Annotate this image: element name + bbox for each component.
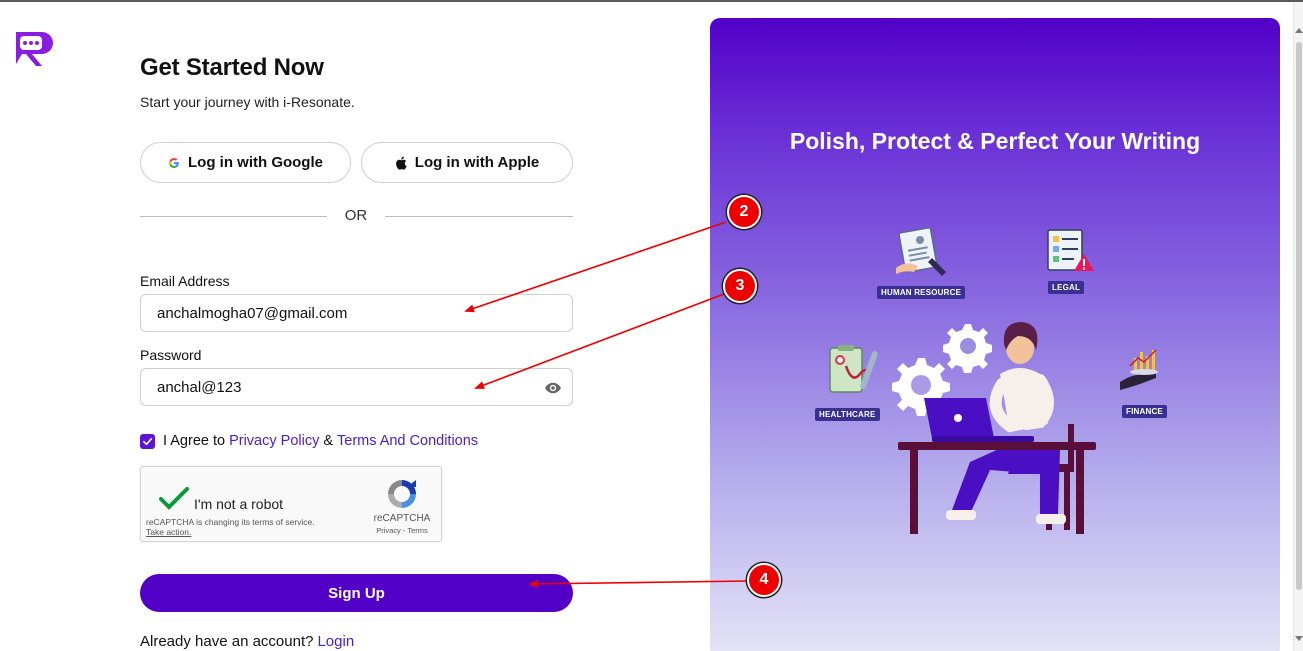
divider-line-left [140, 216, 327, 217]
apple-login-button[interactable]: Log in with Apple [361, 142, 573, 183]
recaptcha-brand: reCAPTCHA [373, 513, 431, 524]
email-label: Email Address [140, 273, 230, 289]
page-scrollbar[interactable] [1293, 2, 1303, 651]
already-text: Already have an account? [140, 633, 314, 650]
agree-text: I Agree to [163, 433, 226, 449]
or-divider: OR [140, 206, 573, 226]
scroll-up-icon[interactable] [1295, 28, 1303, 33]
legal-document-icon [1047, 229, 1094, 271]
promo-title: Polish, Protect & Perfect Your Writing [789, 128, 1201, 154]
password-field[interactable]: anchal@123 [140, 368, 573, 406]
terms-agreement: I Agree to Privacy Policy & Terms And Co… [140, 432, 478, 450]
already-have-account: Already have an account? Login [140, 633, 354, 650]
person-at-laptop-illustration [892, 322, 1096, 534]
annotation-marker-3: 3 [723, 269, 757, 303]
password-label: Password [140, 347, 202, 363]
apple-login-label: Log in with Apple [414, 154, 540, 171]
annotation-marker-4: 4 [747, 563, 781, 597]
captcha-check-icon[interactable] [158, 486, 190, 512]
human-resource-badge: HUMAN RESOURCE [877, 286, 966, 299]
page-title: Get Started Now [140, 54, 324, 81]
scroll-down-icon[interactable] [1295, 636, 1303, 641]
password-value: anchal@123 [157, 378, 242, 396]
google-login-button[interactable]: Log in with Google [140, 142, 351, 183]
window-top-border [0, 0, 1303, 2]
google-icon [169, 157, 179, 168]
email-value: anchalmogha07@gmail.com [157, 304, 348, 322]
resume-document-icon [896, 228, 946, 276]
healthcare-badge: HEALTHCARE [815, 408, 880, 421]
recaptcha-widget[interactable]: I'm not a robot reCAPTCHA is changing it… [140, 466, 442, 542]
privacy-policy-link[interactable]: Privacy Policy [229, 433, 319, 449]
or-label: OR [344, 207, 368, 224]
sign-up-button[interactable]: Sign Up [140, 574, 573, 612]
scrollbar-thumb[interactable] [1296, 42, 1302, 590]
captcha-take-action-link[interactable]: Take action. [146, 527, 315, 537]
captcha-notice-text: reCAPTCHA is changing its terms of servi… [146, 517, 315, 527]
agree-checkbox[interactable] [140, 433, 155, 449]
agree-ampersand: & [323, 433, 333, 449]
captcha-label: I'm not a robot [194, 496, 284, 512]
promo-panel: Polish, Protect & Perfect Your Writing H… [710, 18, 1280, 651]
annotation-marker-2: 2 [727, 195, 761, 229]
checkmark-icon [143, 437, 153, 445]
eye-icon[interactable] [544, 379, 562, 397]
i-resonate-logo-icon[interactable] [12, 28, 54, 70]
login-link[interactable]: Login [317, 633, 354, 650]
terms-conditions-link[interactable]: Terms And Conditions [337, 433, 478, 449]
captcha-notice: reCAPTCHA is changing its terms of servi… [146, 517, 315, 537]
divider-line-right [385, 216, 573, 217]
medical-clipboard-icon [829, 345, 878, 393]
email-field[interactable]: anchalmogha07@gmail.com [140, 294, 573, 332]
apple-icon [395, 156, 407, 170]
recaptcha-logo-icon [388, 480, 416, 508]
google-login-label: Log in with Google [188, 154, 323, 171]
recaptcha-privacy-terms[interactable]: Privacy - Terms [365, 526, 439, 535]
page-subtitle: Start your journey with i-Resonate. [140, 94, 355, 110]
legal-badge: LEGAL [1048, 281, 1085, 294]
